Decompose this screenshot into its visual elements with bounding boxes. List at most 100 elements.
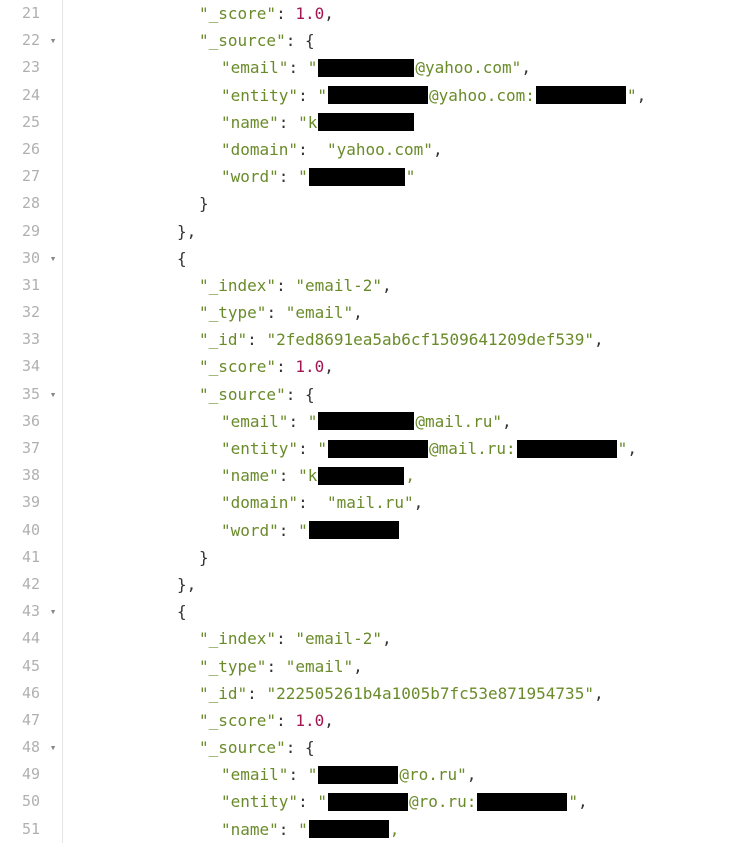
token-key: "email" [221, 761, 288, 788]
code-line[interactable]: 48▾"_source": { [0, 734, 750, 761]
code-line[interactable]: 25 "name": "k [0, 109, 750, 136]
code-editor[interactable]: 21"_score": 1.0,22▾"_source": {23"email"… [0, 0, 750, 843]
code-line[interactable]: 24"entity": "@yahoo.com:", [0, 82, 750, 109]
code-line[interactable]: 23"email": "@yahoo.com", [0, 54, 750, 81]
code-content[interactable]: { [67, 245, 187, 272]
code-line[interactable]: 45"_type": "email", [0, 653, 750, 680]
gutter-separator [62, 136, 63, 163]
code-content[interactable]: "domain": "yahoo.com", [67, 136, 443, 163]
code-line[interactable]: 22▾"_source": { [0, 27, 750, 54]
token-key: "email" [221, 408, 288, 435]
code-content[interactable]: { [67, 598, 187, 625]
code-line[interactable]: 34 "_score": 1.0, [0, 353, 750, 380]
token-punct: : [298, 435, 317, 462]
code-line[interactable]: 33"_id": "2fed8691ea5ab6cf1509641209def5… [0, 326, 750, 353]
token-string: @ro.ru: [409, 788, 476, 815]
gutter-separator [62, 326, 63, 353]
code-line[interactable]: 36"email": "@mail.ru", [0, 408, 750, 435]
code-line[interactable]: 46"_id": "222505261b4a1005b7fc53e8719547… [0, 680, 750, 707]
code-content[interactable]: "word": "" [67, 163, 415, 190]
code-content[interactable]: "_score": 1.0, [67, 707, 334, 734]
code-content[interactable]: "_id": "2fed8691ea5ab6cf1509641209def539… [67, 326, 604, 353]
token-key: "word" [221, 163, 279, 190]
token-punct: : [279, 109, 298, 136]
code-content[interactable]: "entity": "@mail.ru:", [67, 435, 637, 462]
code-content[interactable]: "_index": "email-2", [67, 625, 392, 652]
code-content[interactable]: }, [67, 218, 196, 245]
code-line[interactable]: 28} [0, 190, 750, 217]
token-key: "_score" [199, 0, 276, 27]
token-num: 1.0 [295, 353, 324, 380]
token-punct: , [433, 136, 443, 163]
fold-toggle-icon[interactable]: ▾ [44, 381, 62, 408]
token-punct: : [298, 489, 327, 516]
line-number: 35 [0, 381, 44, 408]
code-content[interactable]: } [67, 544, 209, 571]
code-content[interactable]: "name": "k [67, 109, 415, 136]
code-line[interactable]: 49"email": "@ro.ru", [0, 761, 750, 788]
code-line[interactable]: 41} [0, 544, 750, 571]
token-key: "_index" [199, 625, 276, 652]
code-content[interactable]: "email": "@ro.ru", [67, 761, 476, 788]
code-content[interactable]: "name": "k, [67, 462, 415, 489]
token-key: "entity" [221, 788, 298, 815]
code-content[interactable]: } [67, 190, 209, 217]
code-content[interactable]: "word": " [67, 517, 400, 544]
token-punct: , [324, 0, 334, 27]
fold-toggle-icon[interactable]: ▾ [44, 598, 62, 625]
code-content[interactable]: "domain": "mail.ru", [67, 489, 423, 516]
code-content[interactable]: "_score": 1.0, [67, 353, 334, 380]
gutter-separator [62, 163, 63, 190]
code-line[interactable]: 50"entity": "@ro.ru:", [0, 788, 750, 815]
code-content[interactable]: "_source": { [67, 381, 315, 408]
code-content[interactable]: "_type": "email", [67, 653, 363, 680]
code-content[interactable]: "_id": "222505261b4a1005b7fc53e871954735… [67, 680, 604, 707]
token-punct: : [276, 272, 295, 299]
line-number: 21 [0, 0, 44, 27]
token-punct: , [187, 218, 197, 245]
fold-toggle-icon[interactable]: ▾ [44, 734, 62, 761]
code-line[interactable]: 26 "domain": "yahoo.com", [0, 136, 750, 163]
code-line[interactable]: 38"name": "k, [0, 462, 750, 489]
code-content[interactable]: "_source": { [67, 27, 315, 54]
line-number: 28 [0, 190, 44, 217]
code-content[interactable]: "email": "@yahoo.com", [67, 54, 531, 81]
token-punct: , [467, 761, 477, 788]
code-line[interactable]: 32"_type": "email", [0, 299, 750, 326]
token-punct: : [247, 326, 266, 353]
code-content[interactable]: "_source": { [67, 734, 315, 761]
line-number: 26 [0, 136, 44, 163]
code-line[interactable]: 43▾{ [0, 598, 750, 625]
code-line[interactable]: 27"word": "" [0, 163, 750, 190]
code-line[interactable]: 47"_score": 1.0, [0, 707, 750, 734]
line-number: 34 [0, 353, 44, 380]
code-line[interactable]: 44"_index": "email-2", [0, 625, 750, 652]
code-content[interactable]: }, [67, 571, 196, 598]
token-string: " [627, 82, 637, 109]
code-content[interactable]: "_index": "email-2", [67, 272, 392, 299]
code-content[interactable]: "email": "@mail.ru", [67, 408, 512, 435]
code-line[interactable]: 39"domain": "mail.ru", [0, 489, 750, 516]
code-content[interactable]: "_score": 1.0, [67, 0, 334, 27]
redacted-text [309, 168, 405, 186]
code-line[interactable]: 29}, [0, 218, 750, 245]
code-line[interactable]: 21 "_score": 1.0, [0, 0, 750, 27]
code-line[interactable]: 31"_index": "email-2", [0, 272, 750, 299]
code-content[interactable]: "entity": "@yahoo.com:", [67, 82, 646, 109]
code-line[interactable]: 35▾"_source": { [0, 381, 750, 408]
code-line[interactable]: 37"entity": "@mail.ru:", [0, 435, 750, 462]
redacted-text [318, 766, 398, 784]
code-line[interactable]: 51"name": ", [0, 816, 750, 843]
token-string: " [317, 435, 327, 462]
code-content[interactable]: "entity": "@ro.ru:", [67, 788, 588, 815]
fold-toggle-icon[interactable]: ▾ [44, 27, 62, 54]
code-content[interactable]: "_type": "email", [67, 299, 363, 326]
code-line[interactable]: 40"word": " [0, 517, 750, 544]
code-content[interactable]: "name": ", [67, 816, 399, 843]
fold-toggle-icon[interactable]: ▾ [44, 245, 62, 272]
token-string: "k [298, 109, 317, 136]
code-line[interactable]: 42}, [0, 571, 750, 598]
code-line[interactable]: 30▾{ [0, 245, 750, 272]
line-number: 25 [0, 109, 44, 136]
token-key: "word" [221, 517, 279, 544]
